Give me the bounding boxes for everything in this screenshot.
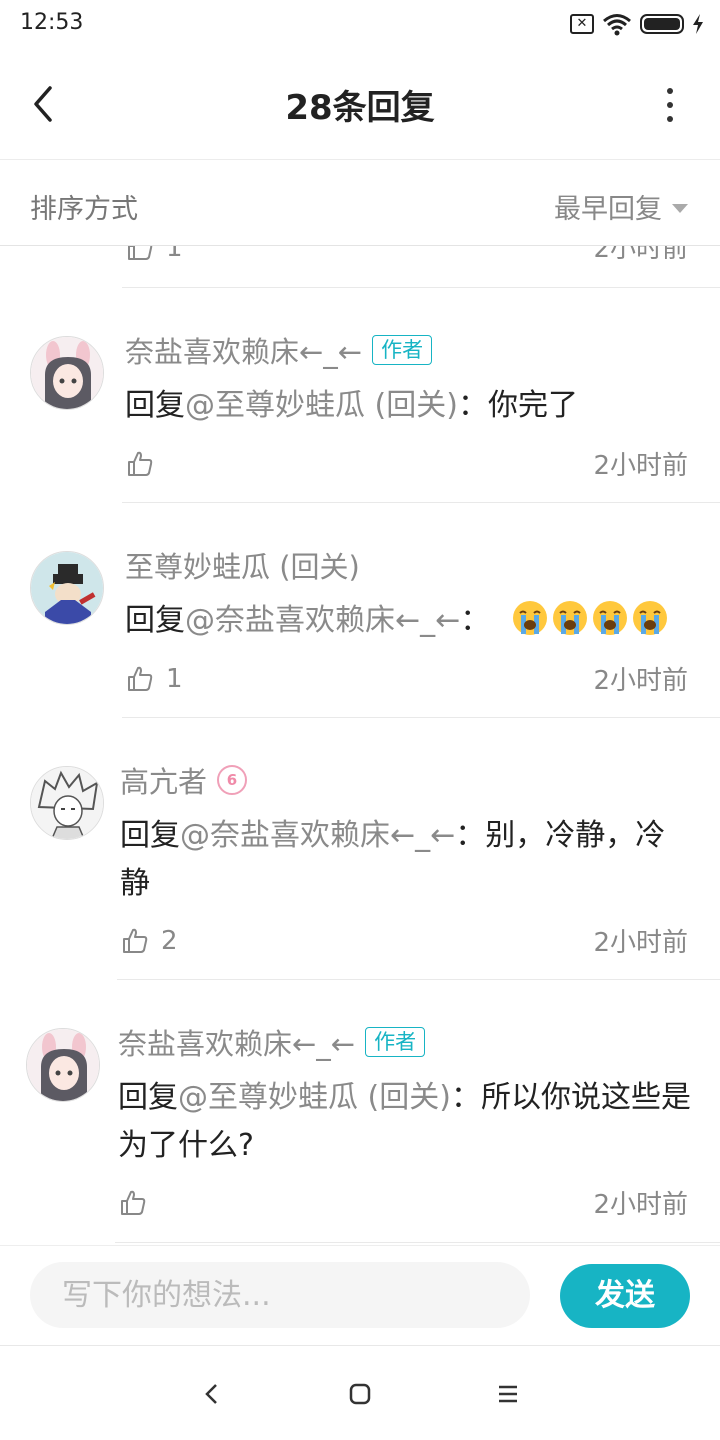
reply-text: ：你完了 <box>457 388 578 423</box>
nav-recents-icon <box>499 1385 517 1403</box>
more-options-button[interactable] <box>660 88 680 122</box>
like-count: 2 <box>161 926 178 956</box>
author-badge: 作者 <box>372 335 433 365</box>
reply-prefix: 回复 <box>120 818 180 853</box>
reply-content[interactable]: 回复@至尊妙蛙瓜 (回关)：所以你说这些是为了什么? <box>118 1074 693 1170</box>
reply-text: ： <box>460 603 491 638</box>
reply-prefix: 回复 <box>125 603 185 638</box>
timestamp: 2小时前 <box>593 928 688 958</box>
list-item: 奈盐喜欢赖床←_← 作者 回复@至尊妙蛙瓜 (回关)：所以你说这些是为了什么? … <box>0 980 720 1244</box>
system-nav-bar <box>0 1345 720 1440</box>
loudly-crying-face-emoji <box>513 601 548 635</box>
like-count: 1 <box>166 664 183 694</box>
reply-content[interactable]: 回复@奈盐喜欢赖床←_←：别，冷静，冷静 <box>120 812 690 908</box>
list-item: 至尊妙蛙瓜 (回关) 回复@奈盐喜欢赖床←_←： 1 2小时前 <box>0 503 720 718</box>
reply-content[interactable]: 回复@至尊妙蛙瓜 (回关)：你完了 <box>125 382 695 430</box>
avatar[interactable] <box>30 551 104 625</box>
loudly-crying-face-emoji <box>633 601 668 635</box>
author-badge: 作者 <box>365 1027 426 1057</box>
charging-icon <box>693 14 703 34</box>
send-button[interactable]: 发送 <box>560 1264 690 1328</box>
battery-icon <box>640 14 684 34</box>
status-bar: 12:53 ✕ <box>0 0 720 50</box>
sort-value: 最早回复 <box>554 194 662 225</box>
list-item: 奈盐喜欢赖床←_← 作者 回复@至尊妙蛙瓜 (回关)：你完了 2小时前 <box>0 288 720 503</box>
thumbs-up-icon <box>128 246 153 260</box>
list-item: 高亢者 6 回复@奈盐喜欢赖床←_←：别，冷静，冷静 2 2小时前 <box>0 718 720 980</box>
avatar[interactable] <box>30 336 104 410</box>
timestamp: 2小时前 <box>593 1190 688 1220</box>
loudly-crying-face-emoji <box>553 601 588 635</box>
sort-bar: 排序方式 最早回复 <box>0 161 720 246</box>
author-name[interactable]: 高亢者 <box>120 759 207 801</box>
timestamp: 2小时前 <box>593 666 688 696</box>
author-name[interactable]: 奈盐喜欢赖床←_← <box>125 329 362 371</box>
avatar[interactable] <box>30 766 104 840</box>
nav-home-icon <box>349 1383 371 1405</box>
page-title: 28条回复 <box>285 88 435 128</box>
like-button[interactable]: 1 <box>126 664 183 694</box>
thumbs-up-icon <box>128 666 153 691</box>
reply-prefix: 回复 <box>118 1080 178 1115</box>
sim-x-icon: ✕ <box>570 14 594 34</box>
sort-dropdown[interactable]: 最早回复 <box>554 187 688 226</box>
timestamp: 2小时前 <box>593 246 688 264</box>
reply-prefix: 回复 <box>125 388 185 423</box>
nav-back-icon <box>205 1384 217 1404</box>
level-badge: 6 <box>217 765 248 795</box>
more-vertical-icon <box>667 88 673 94</box>
mention-link[interactable]: @至尊妙蛙瓜 (回关) <box>178 1080 451 1115</box>
avatar[interactable] <box>26 1028 100 1102</box>
comment-input[interactable] <box>30 1262 530 1328</box>
mention-link[interactable]: @奈盐喜欢赖床←_← <box>180 818 455 853</box>
back-button[interactable] <box>24 80 64 128</box>
thumbs-up-icon <box>123 928 148 953</box>
reply-content[interactable]: 回复@奈盐喜欢赖床←_←： <box>125 597 705 645</box>
thumbs-up-icon <box>121 1190 146 1215</box>
chevron-down-icon <box>672 204 688 213</box>
loudly-crying-face-emoji <box>593 601 628 635</box>
like-button[interactable]: 2 <box>121 926 178 956</box>
status-icons: ✕ <box>570 12 704 36</box>
like-button[interactable] <box>119 1189 159 1217</box>
like-button[interactable]: 1 <box>126 246 183 263</box>
sort-label: 排序方式 <box>30 194 138 225</box>
like-button[interactable] <box>126 450 166 478</box>
nav-recents-button[interactable] <box>488 1376 528 1412</box>
header: 28条回复 <box>0 50 720 160</box>
mention-link[interactable]: @奈盐喜欢赖床←_← <box>185 603 460 638</box>
back-icon <box>34 86 52 122</box>
composer-bar: 发送 <box>0 1245 720 1345</box>
timestamp: 2小时前 <box>593 451 688 481</box>
nav-back-button[interactable] <box>192 1376 232 1412</box>
wifi-icon <box>603 14 631 36</box>
reply-list[interactable]: 1 2小时前 奈盐喜欢赖床←_← 作者 回复@至尊妙蛙瓜 (回关)：你完了 2小… <box>0 246 720 1244</box>
mention-link[interactable]: @至尊妙蛙瓜 (回关) <box>185 388 458 423</box>
thumbs-up-icon <box>128 451 153 476</box>
author-name[interactable]: 至尊妙蛙瓜 (回关) <box>125 544 360 586</box>
list-item: 1 2小时前 <box>0 246 720 288</box>
like-count: 1 <box>166 246 183 263</box>
nav-home-button[interactable] <box>340 1376 380 1412</box>
status-time: 12:53 <box>20 10 84 35</box>
author-name[interactable]: 奈盐喜欢赖床←_← <box>118 1021 355 1063</box>
